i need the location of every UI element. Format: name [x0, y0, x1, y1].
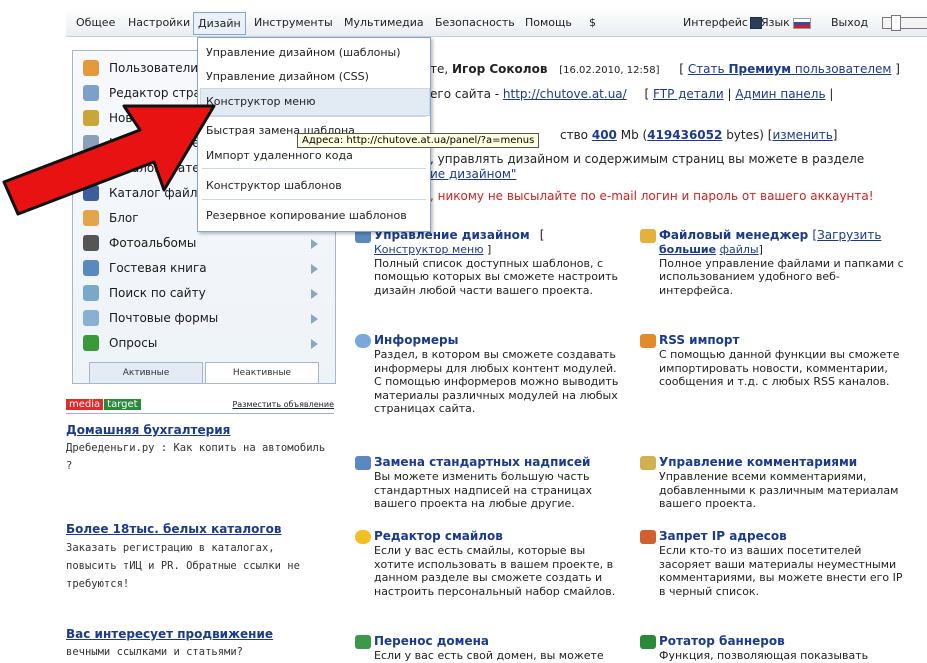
russian-flag-icon: [792, 17, 811, 29]
storage-bytes: 419436052: [647, 128, 723, 142]
dropdown-item-design-templates[interactable]: Управление дизайном (шаблоны): [206, 46, 401, 59]
users-icon: [83, 60, 99, 76]
ad-title-1[interactable]: Домашняя бухгалтерия: [66, 423, 230, 437]
security-warning: , никому не высылайте по e-mail логин и …: [430, 189, 874, 203]
ad-title-2[interactable]: Более 18тыс. белых каталогов: [66, 522, 282, 536]
login-datetime: [16.02.2010, 12:58]: [559, 65, 660, 76]
menu-constructor-link[interactable]: Конструктор меню: [374, 243, 483, 256]
section-title[interactable]: Файловый менеджер [Загрузить: [659, 228, 881, 242]
mail-icon: [83, 310, 99, 326]
chevron-right-icon: [311, 314, 318, 324]
section-title[interactable]: RSS импорт: [659, 333, 739, 347]
rss-icon: [640, 334, 656, 348]
menu-help[interactable]: Помощь: [525, 16, 572, 29]
sidebar-item[interactable]: Гостевая книга: [73, 256, 335, 281]
tab-inactive[interactable]: Неактивные: [205, 362, 319, 384]
site-line: его сайта - http://chutove.at.ua/ [ FTP …: [430, 87, 834, 101]
sidebar-item-label: Почтовые формы: [109, 311, 219, 325]
sidebar-item[interactable]: Опросы: [73, 331, 335, 356]
ad-text-1: Дребеденьги.ру : Как копить на автомобил…: [66, 442, 326, 472]
menu-design[interactable]: Дизайн: [193, 12, 246, 35]
sidebar-tabs: Активные Неактивные: [89, 362, 319, 384]
informer-icon: [355, 334, 371, 348]
section-desc: Раздел, в котором вы сможете создавать и…: [374, 348, 619, 415]
url-tooltip: Адреса: http://chutove.at.ua/panel/?a=me…: [297, 133, 540, 148]
section-title[interactable]: Перенос домена: [374, 634, 489, 648]
menu-tools[interactable]: Инструменты: [254, 16, 333, 29]
sidebar-item[interactable]: Поиск по сайту: [73, 281, 335, 306]
ftp-details-link[interactable]: FTP детали: [653, 87, 724, 101]
menu-settings[interactable]: Настройки: [128, 16, 190, 29]
mediatarget-logo[interactable]: media target: [66, 398, 141, 412]
folder-icon: [640, 229, 656, 243]
section-title[interactable]: Управление комментариями: [659, 455, 857, 469]
section-desc: С помощью данной функции вы сможете импо…: [659, 348, 900, 388]
menu-multimedia[interactable]: Мультимедиа: [344, 16, 424, 29]
ad-place-link[interactable]: Разместить объявление: [232, 400, 334, 409]
section-desc: Если у вас есть смайлы, которые вы хотит…: [374, 544, 616, 598]
comments-icon: [640, 456, 656, 470]
camera-icon: [83, 235, 99, 251]
sidebar-item[interactable]: Фотоальбомы: [73, 231, 335, 256]
section-title[interactable]: Ротатор баннеров: [659, 634, 785, 648]
section-title[interactable]: Замена стандартных надписей: [374, 455, 590, 469]
menu-general[interactable]: Общее: [76, 16, 115, 29]
sidebar-item-label: Гостевая книга: [109, 261, 207, 275]
sidebar-item-label: Поиск по сайту: [109, 286, 206, 300]
ad-title-3[interactable]: Вас интересует продвижение: [66, 627, 273, 641]
section-desc: Функция, позволяющая показывать: [659, 649, 869, 662]
ip-ban-icon: [640, 530, 656, 544]
section-title[interactable]: Редактор смайлов: [374, 529, 503, 543]
section-desc: Если у вас есть свой домен, вы можете: [374, 649, 604, 662]
section-desc: Вы можете изменить большую часть стандар…: [374, 470, 593, 510]
design-hint-link[interactable]: ие дизайном": [430, 167, 516, 181]
exit-link[interactable]: Выход: [831, 16, 868, 29]
language-label: Язык: [761, 16, 790, 29]
domain-icon: [355, 635, 371, 649]
sidebar-item-label: Фотоальбомы: [109, 236, 197, 250]
design-hint-1: , управлять дизайном и содержимым страни…: [430, 152, 865, 166]
user-name: Игор Соколов: [452, 62, 548, 76]
smiley-icon: [355, 530, 371, 544]
upload-big-files-link[interactable]: большие: [659, 243, 716, 256]
admin-panel-link[interactable]: Админ панель: [735, 87, 825, 101]
section-title[interactable]: Запрет IP адресов: [659, 529, 787, 543]
change-storage-link[interactable]: изменить: [772, 128, 832, 142]
site-url-link[interactable]: http://chutove.at.ua/: [503, 87, 627, 101]
storage-mb: 400: [591, 128, 617, 142]
interface-label: Интерфейс: [683, 16, 748, 29]
sidebar-item[interactable]: Почтовые формы: [73, 306, 335, 331]
chevron-right-icon: [311, 264, 318, 274]
ad-text-3: вечными ссылками и статьями?: [66, 646, 244, 658]
storage-line: ство 400 Mb (419436052 bytes) [изменить]: [560, 128, 838, 142]
chevron-right-icon: [311, 289, 318, 299]
ad-text-2: Заказать регистрацию в каталогах, повыси…: [66, 542, 300, 590]
sidebar-item-label: Опросы: [109, 336, 158, 350]
menu-security[interactable]: Безопасность: [435, 16, 515, 29]
replace-icon: [355, 456, 371, 470]
chevron-right-icon: [311, 239, 318, 249]
interface-toggle[interactable]: Интерфейс: [683, 16, 762, 29]
menu-dollar[interactable]: $: [589, 16, 596, 29]
slider-icon[interactable]: [882, 15, 927, 31]
section-desc: Управление всеми комментариями, добавлен…: [659, 470, 899, 510]
language-menu[interactable]: Язык: [761, 16, 814, 29]
section-desc: Если кто-то из ваших посетителей засоряе…: [659, 544, 903, 598]
ad-divider: [66, 413, 334, 414]
chevron-right-icon: [311, 339, 318, 349]
premium-link[interactable]: Стать Премиум пользователем: [688, 62, 892, 76]
section-desc: Полное управление файлами и папками с ис…: [659, 256, 904, 297]
section-title[interactable]: Информеры: [374, 333, 458, 347]
sidebar-item-label: Пользователи: [109, 61, 199, 75]
welcome-line: те, Игор Соколов [16.02.2010, 12:58] [ С…: [430, 62, 900, 76]
banner-icon: [640, 635, 656, 649]
book-icon: [83, 260, 99, 276]
chart-icon: [83, 335, 99, 351]
dropdown-item-design-css[interactable]: Управление дизайном (CSS): [206, 70, 369, 83]
search-icon: [83, 285, 99, 301]
tab-active[interactable]: Активные: [89, 362, 203, 384]
red-arrow-icon: [2, 104, 216, 216]
top-menu-bar: Общее Настройки Дизайн Инструменты Мульт…: [66, 10, 927, 37]
section-desc: Полный список доступных шаблонов, с помо…: [374, 256, 618, 297]
